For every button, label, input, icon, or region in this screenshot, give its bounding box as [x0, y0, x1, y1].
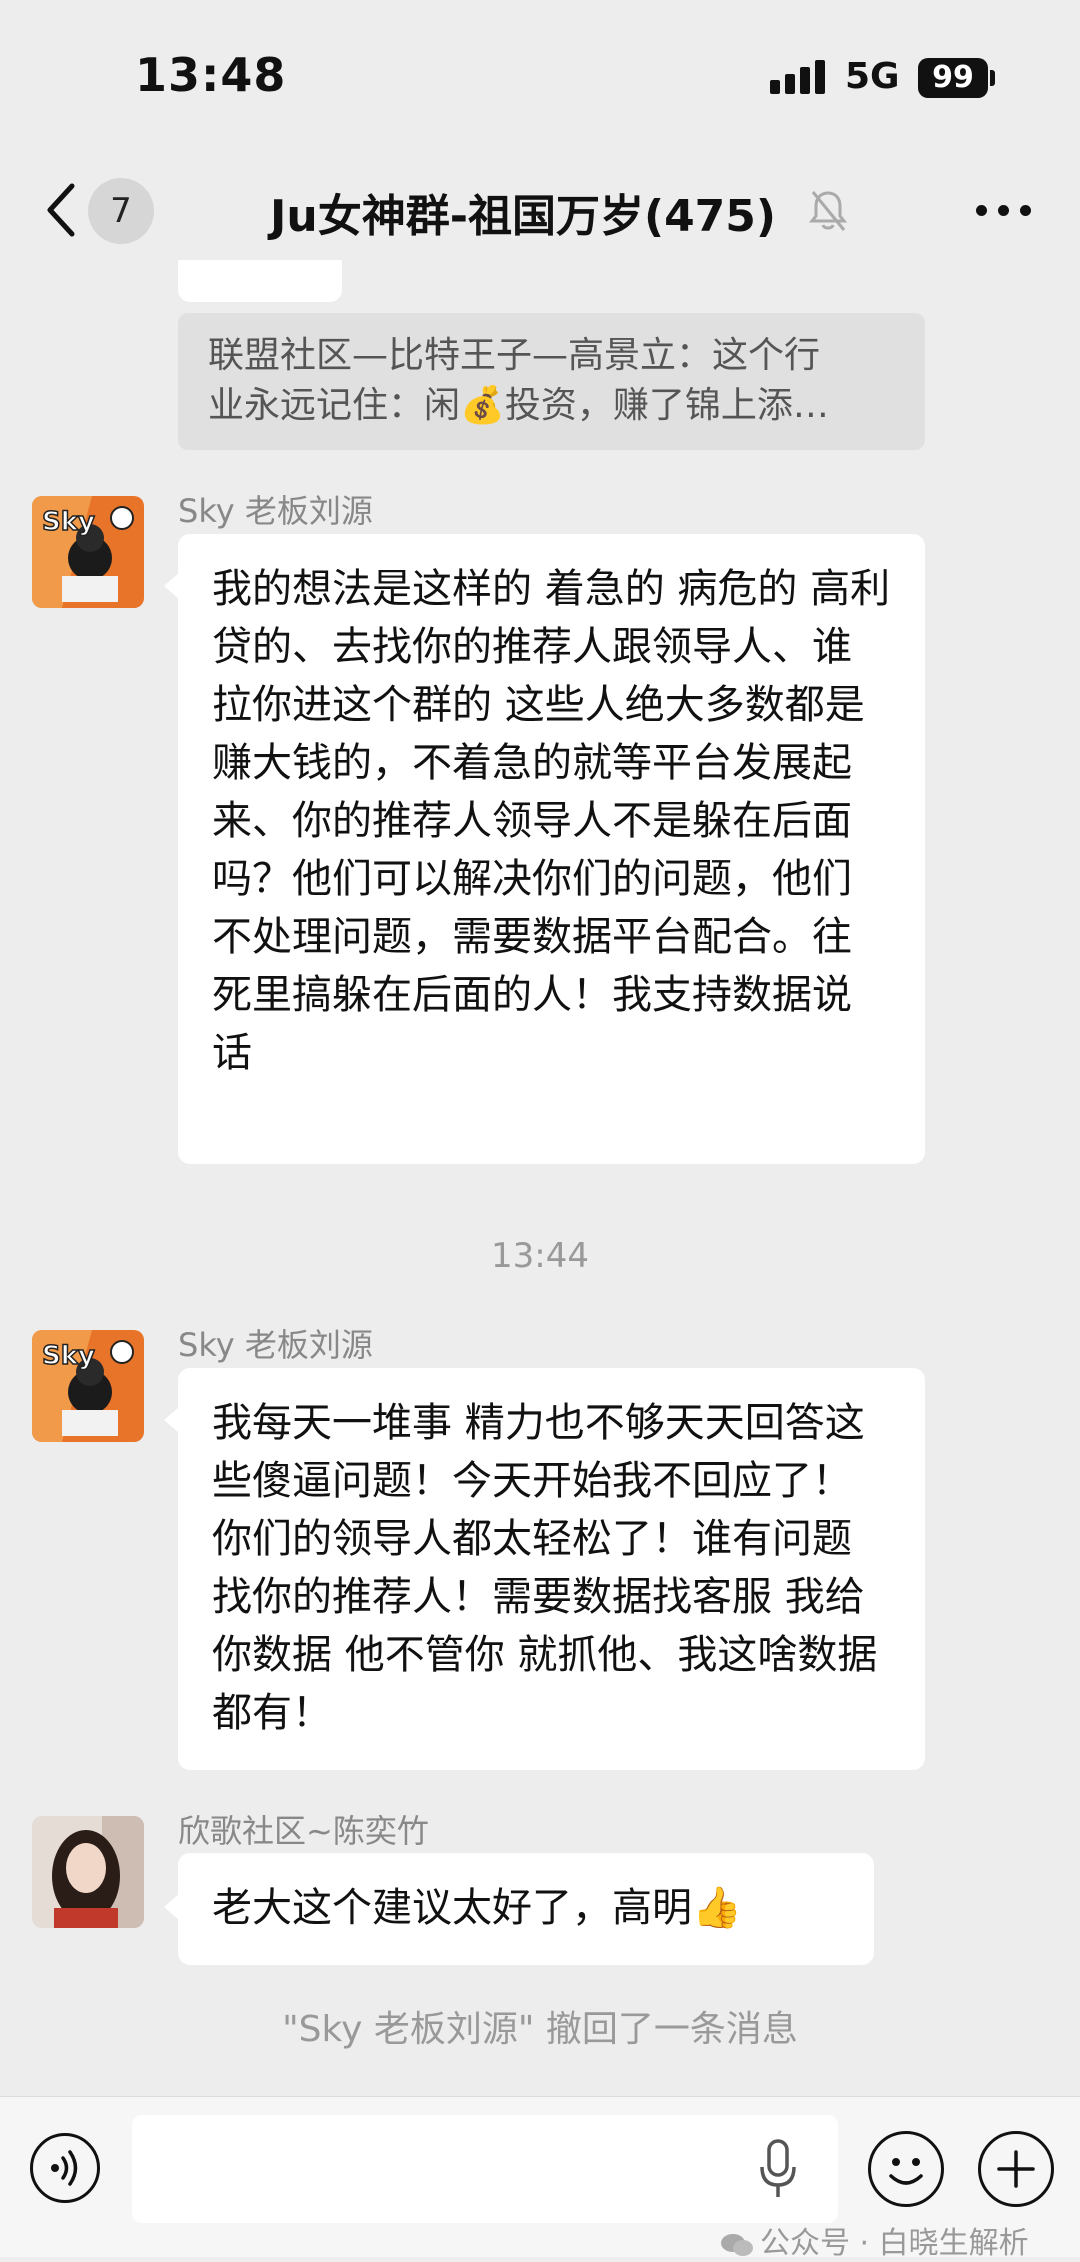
signal-icon	[770, 58, 828, 94]
message-bubble[interactable]: 我的想法是这样的 着急的 病危的 高利贷的、去找你的推荐人跟领导人、谁拉你进这个…	[178, 534, 925, 1164]
message-bubble[interactable]: 我每天一堆事 精力也不够天天回答这些傻逼问题！今天开始我不回应了！你们的领导人都…	[178, 1368, 925, 1770]
woman-avatar-image	[32, 1816, 144, 1928]
sender-name: Sky 老板刘源	[178, 1326, 373, 1364]
svg-text:Sky: Sky	[42, 507, 95, 537]
avatar[interactable]: Sky	[32, 1330, 144, 1442]
message-input[interactable]	[132, 2115, 838, 2223]
battery-icon: 99	[918, 58, 988, 98]
group-title[interactable]: Ju女神群-祖国万岁(475)	[270, 180, 776, 244]
network-type: 5G	[845, 56, 900, 97]
avatar[interactable]: Sky	[32, 496, 144, 608]
sky-avatar-image: Sky	[32, 496, 144, 608]
timestamp: 13:44	[491, 1236, 589, 1276]
plus-icon	[997, 2150, 1035, 2188]
thumbs-up-emoji: 👍	[692, 1885, 742, 1931]
more-functions-button[interactable]	[978, 2131, 1054, 2207]
battery-tip	[990, 70, 995, 86]
unread-count-badge[interactable]: 7	[88, 178, 154, 244]
more-dots-icon[interactable]	[976, 205, 1032, 217]
voice-icon	[51, 2150, 78, 2186]
quote-line-2-start: 业永远记住：闲	[208, 385, 461, 426]
sky-avatar-image: Sky	[32, 1330, 144, 1442]
previous-message-bubble	[178, 260, 342, 302]
smiley-icon	[889, 2158, 923, 2185]
money-bag-emoji: 💰	[460, 385, 505, 426]
sender-name: Sky 老板刘源	[178, 492, 373, 530]
wechat-logo-icon	[721, 2233, 753, 2256]
quote-line-2: 业永远记住：闲💰投资，赚了锦上添…	[208, 381, 895, 431]
chat-header: 7 Ju女神群-祖国万岁(475)	[0, 150, 1080, 270]
message-text: 老大这个建议太好了，高明	[212, 1885, 692, 1931]
sender-name: 欣歌社区~陈奕竹	[178, 1812, 429, 1850]
voice-toggle-button[interactable]	[30, 2133, 100, 2203]
watermark: 公众号 · 白晓生解析	[720, 2218, 1029, 2262]
microphone-icon[interactable]	[758, 2137, 798, 2201]
back-arrow-icon[interactable]	[40, 180, 84, 240]
quote-line-2-end: 投资，赚了锦上添…	[504, 385, 829, 426]
status-time: 13:48	[135, 48, 287, 102]
svg-text:Sky: Sky	[42, 1341, 95, 1371]
message-bubble[interactable]: 老大这个建议太好了，高明👍	[178, 1853, 874, 1965]
avatar[interactable]	[32, 1816, 144, 1928]
mute-bell-icon	[808, 191, 848, 231]
quoted-message[interactable]: 联盟社区—比特王子—高景立：这个行 业永远记住：闲💰投资，赚了锦上添…	[178, 313, 925, 450]
quote-line-1: 联盟社区—比特王子—高景立：这个行	[208, 335, 821, 376]
recall-notice: "Sky 老板刘源" 撤回了一条消息	[282, 2009, 798, 2050]
emoji-button[interactable]	[868, 2131, 944, 2207]
status-bar: 13:48 5G 99	[0, 0, 1080, 150]
